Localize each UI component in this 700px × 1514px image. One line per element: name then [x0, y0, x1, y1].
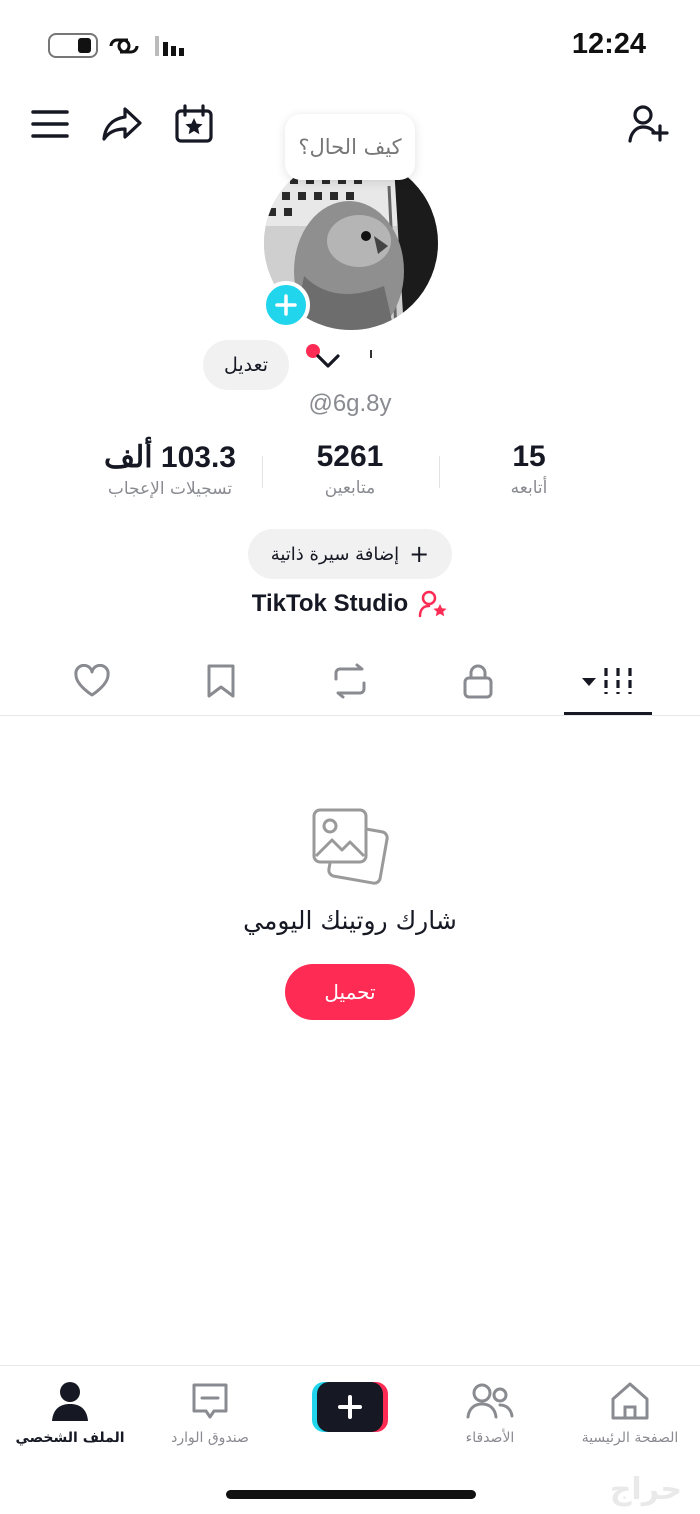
add-friend-icon[interactable] [626, 102, 670, 146]
tab-videos[interactable] [578, 658, 638, 704]
following-label: أتابعه [510, 478, 548, 498]
likes-label: تسجيلات الإعجاب [107, 479, 233, 499]
home-indicator[interactable] [226, 1490, 476, 1499]
inbox-icon [192, 1383, 228, 1419]
chevron-down-icon[interactable] [315, 353, 341, 373]
bookmark-icon [207, 664, 235, 698]
create-button[interactable] [312, 1382, 388, 1432]
menu-icon[interactable] [28, 102, 72, 146]
battery-icon [48, 33, 98, 58]
likes-count: 103.3 ألف [104, 441, 236, 474]
friends-icon [466, 1383, 514, 1419]
status-time: 12:24 [571, 28, 646, 60]
status-note-bubble[interactable]: كيف الحال؟ [285, 114, 415, 180]
tab-saved[interactable] [191, 658, 251, 704]
link-status-icon [105, 32, 195, 64]
nav-home[interactable]: الصفحة الرئيسية [560, 1378, 700, 1446]
calendar-star-icon[interactable] [172, 102, 216, 146]
repost-icon [334, 663, 366, 699]
upload-button[interactable]: تحميل [285, 964, 415, 1020]
followers-stat[interactable]: 5261 متابعين [250, 440, 450, 498]
likes-stat[interactable]: 103.3 ألف تسجيلات الإعجاب [70, 440, 270, 499]
add-bio-button[interactable]: + إضافة سيرة ذاتية [248, 529, 452, 579]
following-stat[interactable]: 15 أتابعه [429, 440, 629, 498]
plus-icon [275, 294, 297, 316]
profile-icon [52, 1382, 88, 1421]
nav-inbox-label: صندوق الوارد [171, 1430, 249, 1446]
creator-star-icon [418, 590, 447, 618]
active-tab-indicator [564, 712, 652, 715]
heart-icon [74, 664, 110, 697]
add-bio-label: إضافة سيرة ذاتية [270, 543, 400, 565]
following-count: 15 [512, 440, 546, 473]
tab-private[interactable] [448, 658, 508, 704]
photos-icon [310, 806, 390, 892]
nav-home-label: الصفحة الرئيسية [581, 1430, 679, 1446]
watermark-logo: حراج [609, 1472, 682, 1507]
followers-count: 5261 [316, 440, 384, 473]
followers-label: متابعين [324, 478, 376, 498]
nav-profile-label: الملف الشخصي [15, 1430, 125, 1446]
empty-state-title: شارك روتينك اليومي [243, 906, 457, 935]
tab-liked[interactable] [62, 658, 122, 704]
tiktok-studio-label: TikTok Studio [251, 590, 409, 617]
lock-icon [463, 664, 493, 699]
tab-reposts[interactable] [320, 658, 380, 704]
name-mark [370, 350, 372, 358]
add-avatar-button[interactable] [262, 281, 310, 329]
home-icon [611, 1382, 649, 1420]
tiktok-studio-link[interactable]: TikTok Studio [0, 590, 700, 618]
share-icon[interactable] [100, 102, 144, 146]
grid-dropdown-icon [582, 668, 632, 694]
username: @6g.8y [308, 390, 392, 417]
plus-icon: + [409, 540, 430, 568]
nav-friends[interactable]: الأصدقاء [420, 1378, 560, 1446]
edit-profile-button[interactable]: تعديل [203, 340, 289, 390]
nav-profile[interactable]: الملف الشخصي [0, 1378, 140, 1446]
content-tabs [0, 650, 700, 716]
nav-inbox[interactable]: صندوق الوارد [140, 1378, 280, 1446]
nav-friends-label: الأصدقاء [465, 1430, 515, 1446]
